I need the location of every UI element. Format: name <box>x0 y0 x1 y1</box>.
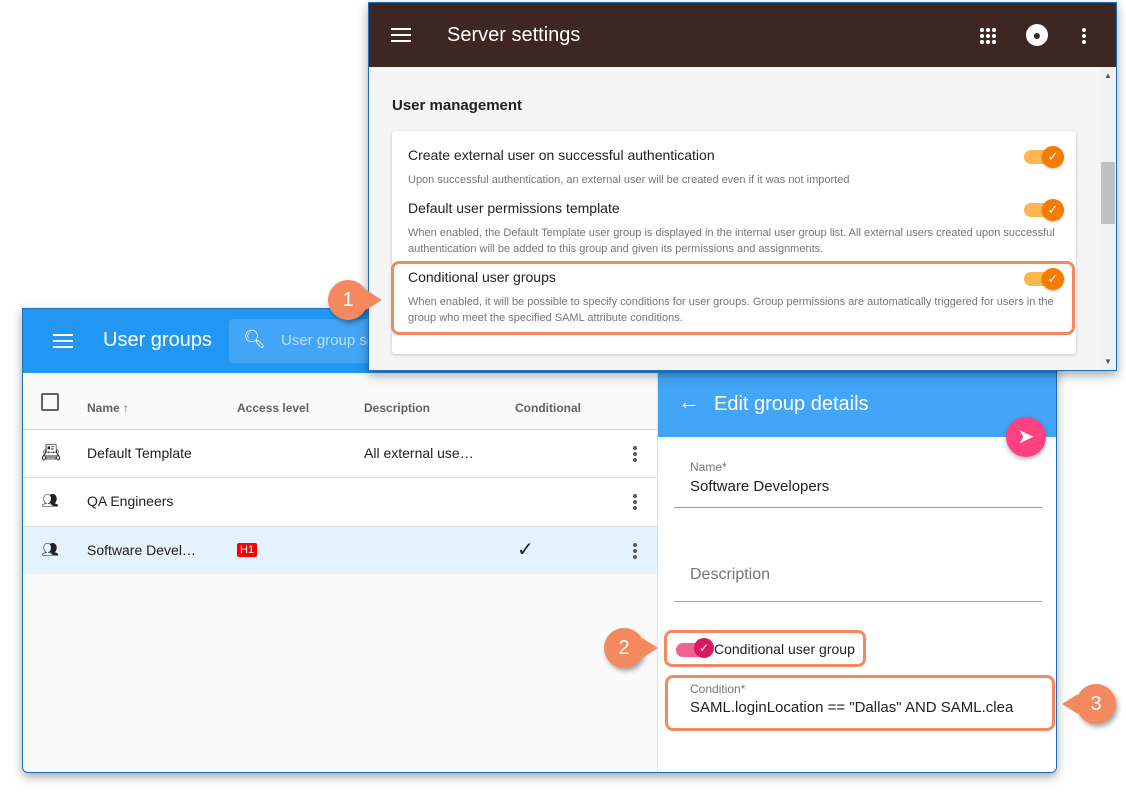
highlight-conditional-groups <box>391 261 1075 335</box>
description-field[interactable]: Description <box>690 566 1030 584</box>
contact-book-icon: 📇︎ <box>41 445 62 462</box>
scrollbar[interactable]: ▲ ▼ <box>1100 67 1116 370</box>
more-options-icon[interactable] <box>633 542 637 560</box>
search-placeholder: User group se <box>281 332 376 349</box>
people-icon: 👥︎ <box>41 492 59 508</box>
more-vert-icon[interactable] <box>1082 27 1086 45</box>
panel-title: Edit group details <box>714 393 869 415</box>
column-description[interactable]: Description <box>364 401 430 415</box>
toggle-create-external-user[interactable]: ✓ <box>1024 146 1064 168</box>
row-name: Default Template <box>87 445 192 461</box>
row-description: All external use… <box>364 445 474 461</box>
edit-group-header: ← Edit group details <box>658 373 1056 437</box>
user-groups-table: Name ↑ Access level Description Conditio… <box>23 373 657 772</box>
apps-grid-icon[interactable] <box>979 27 997 45</box>
column-name[interactable]: Name ↑ <box>87 401 129 415</box>
setting-description: When enabled, the Default Template user … <box>408 227 1055 255</box>
select-all-checkbox[interactable] <box>41 393 59 411</box>
setting-title: Default user permissions template <box>408 200 620 216</box>
search-icon: 🔍︎ <box>243 329 266 349</box>
menu-icon[interactable] <box>53 334 73 348</box>
account-circle-icon[interactable]: ● <box>1026 24 1048 46</box>
setting-title: Create external user on successful authe… <box>408 147 715 163</box>
more-options-icon[interactable] <box>633 493 637 511</box>
name-label: Name* <box>690 460 727 474</box>
sort-up-icon: ↑ <box>123 401 130 415</box>
scroll-down-icon[interactable]: ▼ <box>1104 357 1112 366</box>
name-field[interactable]: Software Developers <box>690 478 1030 495</box>
scroll-up-icon[interactable]: ▲ <box>1104 71 1112 80</box>
toggle-default-template[interactable]: ✓ <box>1024 199 1064 221</box>
check-icon: ✓ <box>517 539 534 561</box>
section-title: User management <box>392 97 523 114</box>
people-icon: 👥︎ <box>41 541 59 557</box>
search-input[interactable]: 🔍︎ User group se <box>229 319 379 363</box>
scrollbar-thumb[interactable] <box>1101 162 1115 224</box>
description-underline <box>674 601 1042 602</box>
server-settings-header: Server settings ● <box>369 3 1116 67</box>
row-name: Software Devel… <box>87 542 196 558</box>
page-title: User groups <box>103 329 212 351</box>
back-arrow-icon[interactable]: ← <box>678 389 700 415</box>
column-access-level[interactable]: Access level <box>237 401 309 415</box>
send-icon: ➤ <box>1017 426 1035 448</box>
callout-2: 2 <box>604 628 658 668</box>
highlight-conditional-toggle <box>664 630 866 667</box>
row-name: QA Engineers <box>87 493 174 509</box>
column-conditional[interactable]: Conditional <box>515 401 581 415</box>
highlight-condition-field <box>665 675 1055 731</box>
page-title: Server settings <box>447 24 581 46</box>
table-row[interactable]: 📇︎ Default Template All external use… <box>23 429 657 477</box>
table-row[interactable]: 👥︎ QA Engineers <box>23 477 657 525</box>
access-badge: H1 <box>237 543 258 557</box>
table-row-selected[interactable]: 👥︎ Software Devel… H1 ✓ <box>23 526 657 574</box>
check-icon: ✓ <box>1042 146 1064 168</box>
callout-1: 1 <box>328 280 382 320</box>
name-underline <box>674 507 1042 508</box>
setting-description: Upon successful authentication, an exter… <box>408 174 850 186</box>
callout-3: 3 <box>1062 684 1116 724</box>
menu-icon[interactable] <box>391 28 411 42</box>
more-options-icon[interactable] <box>633 445 637 463</box>
check-icon: ✓ <box>1042 199 1064 221</box>
send-button[interactable]: ➤ <box>1006 417 1046 457</box>
